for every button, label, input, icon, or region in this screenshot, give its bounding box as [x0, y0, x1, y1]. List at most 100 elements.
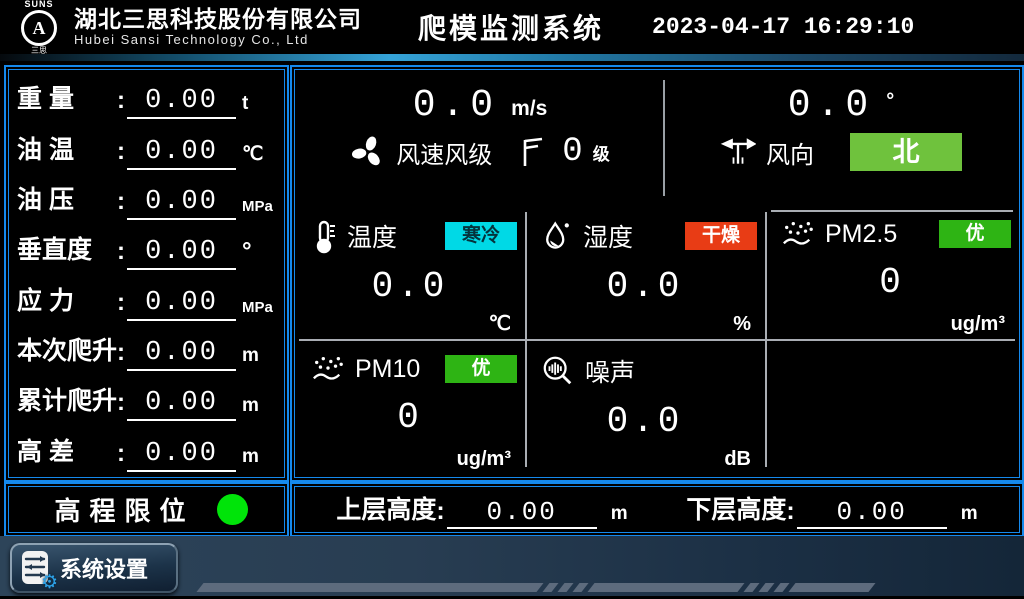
metric-row-verticality: 垂直度: 0.00 °: [17, 230, 276, 270]
metric-row-current-climb: 本次爬升: 0.00 m: [17, 331, 276, 371]
oil-pressure-value: 0.00: [127, 187, 236, 220]
company-name-cn: 湖北三思科技股份有限公司: [74, 7, 362, 32]
upper-height-value: 0.00: [447, 497, 597, 529]
fan-icon: [350, 134, 386, 170]
wind-row: 0.0 m/s: [297, 72, 1017, 204]
upper-height-group: 上层高度 : 0.00 m: [336, 490, 627, 529]
upper-height-label: 上层高度: [336, 490, 436, 529]
datetime-display: 2023-04-17 16:29:10: [652, 14, 914, 40]
temperature-label: 温度: [347, 218, 397, 254]
verticality-unit: °: [242, 240, 276, 270]
lower-height-label: 下层高度: [686, 490, 786, 529]
elevation-limit-label: 高程限位: [45, 491, 194, 528]
metrics-panel: 重 量: 0.00 t 油 温: 0.00 ℃ 油 压: 0.00 MPa 垂直…: [4, 65, 289, 482]
stress-unit: MPa: [242, 300, 276, 321]
wind-speed-label: 风速风级: [396, 135, 492, 170]
pm10-unit: ug/m³: [457, 448, 511, 471]
sensor-cell-humidity: 湿度 干燥 0.0 %: [527, 208, 763, 338]
metric-row-stress: 应 力: 0.00 MPa: [17, 281, 276, 321]
wind-direction-label: 风向: [766, 135, 814, 170]
height-diff-value: 0.00: [127, 439, 236, 472]
metric-row-total-climb: 累计爬升: 0.00 m: [17, 381, 276, 421]
oil-temp-value: 0.00: [127, 137, 236, 170]
footer-stripe: [200, 583, 872, 592]
pm25-unit: ug/m³: [951, 313, 1005, 336]
humidity-unit: %: [733, 313, 751, 336]
total-climb-value: 0.00: [127, 388, 236, 421]
company-logo: SUNS A 三思: [10, 0, 68, 55]
humidity-value: 0.0: [527, 266, 763, 307]
pm25-status-badge: 优: [939, 220, 1011, 248]
current-climb-unit: m: [242, 346, 276, 371]
settings-sliders-icon: ⚙: [20, 550, 52, 586]
sensor-cell-empty: [767, 343, 1017, 473]
noise-meter-icon: [541, 354, 575, 388]
humidity-label: 湿度: [583, 218, 633, 254]
pm10-label: PM10: [355, 355, 420, 384]
noise-label: 噪声: [585, 353, 635, 389]
pm25-label: PM2.5: [825, 220, 897, 249]
wind-direction-badge: 北: [850, 133, 962, 171]
oil-pressure-unit: MPa: [242, 199, 276, 220]
noise-unit: dB: [724, 448, 751, 471]
company-name-en: Hubei Sansi Technology Co., Ltd: [74, 33, 362, 47]
temperature-value: 0.0: [297, 266, 523, 307]
temperature-unit: ℃: [489, 311, 511, 336]
wind-level-flag-icon: [516, 135, 546, 169]
weight-value: 0.00: [127, 86, 236, 119]
metric-row-oil-temp: 油 温: 0.00 ℃: [17, 130, 276, 170]
lower-height-value: 0.00: [797, 497, 947, 529]
total-climb-unit: m: [242, 396, 276, 421]
particles-icon: [781, 218, 815, 250]
page-title: 爬模监测系统: [418, 7, 604, 47]
logo-top-text: SUNS: [24, 0, 53, 9]
header-bar: SUNS A 三思 湖北三思科技股份有限公司 Hubei Sansi Techn…: [0, 0, 1024, 54]
thermometer-icon: [311, 218, 337, 254]
stress-value: 0.00: [127, 288, 236, 321]
elevation-limit-panel: 高程限位: [4, 482, 289, 537]
logo-circle-icon: A: [21, 10, 57, 46]
pm25-value: 0: [767, 262, 1017, 303]
pm10-value: 0: [297, 397, 523, 438]
sensor-cell-noise: 噪声 0.0 dB: [527, 343, 763, 473]
gear-icon: ⚙: [41, 573, 58, 592]
sensor-cell-temperature: 温度 寒冷 0.0 ℃: [297, 208, 523, 338]
humidity-status-badge: 干燥: [685, 222, 757, 250]
app-window: SUNS A 三思 湖北三思科技股份有限公司 Hubei Sansi Techn…: [0, 0, 1024, 599]
metric-row-oil-pressure: 油 压: 0.00 MPa: [17, 180, 276, 220]
wind-level-value: 0: [562, 133, 582, 171]
height-diff-unit: m: [242, 447, 276, 472]
sensor-cell-pm25: PM2.5 优 0 ug/m³: [767, 208, 1017, 338]
noise-value: 0.0: [527, 401, 763, 442]
current-climb-value: 0.00: [127, 338, 236, 371]
elevation-limit-status-light: [217, 494, 248, 525]
wind-speed-unit: m/s: [511, 97, 547, 121]
wind-vane-icon: [720, 135, 756, 169]
particles-icon: [311, 353, 345, 385]
environment-panel: 0.0 m/s: [290, 65, 1024, 482]
lower-height-unit: m: [961, 503, 978, 529]
temperature-status-badge: 寒冷: [445, 222, 517, 250]
heights-panel: 上层高度 : 0.00 m 下层高度 : 0.00 m: [290, 482, 1024, 537]
metric-row-weight: 重 量: 0.00 t: [17, 79, 276, 119]
wind-speed-section: 0.0 m/s: [297, 72, 663, 204]
oil-temp-unit: ℃: [242, 145, 276, 170]
sensor-cell-pm10: PM10 优 0 ug/m³: [297, 343, 523, 473]
wind-direction-unit: °: [886, 90, 894, 113]
metric-row-height-diff: 高 差: 0.00 m: [17, 432, 276, 472]
system-settings-button[interactable]: ⚙ 系统设置: [10, 543, 178, 593]
wind-speed-value: 0.0: [413, 84, 499, 127]
droplet-icon: [541, 218, 573, 254]
wind-direction-value: 0.0: [788, 84, 874, 127]
lower-height-group: 下层高度 : 0.00 m: [686, 490, 977, 529]
system-settings-label: 系统设置: [60, 552, 148, 584]
upper-height-unit: m: [611, 503, 628, 529]
weight-unit: t: [242, 94, 276, 119]
wind-level-unit: 级: [593, 140, 610, 165]
sensor-grid: 温度 寒冷 0.0 ℃: [297, 204, 1017, 475]
footer-bar: ⚙ 系统设置: [0, 536, 1024, 596]
pm10-status-badge: 优: [445, 355, 517, 383]
company-name-block: 湖北三思科技股份有限公司 Hubei Sansi Technology Co.,…: [74, 7, 362, 47]
wind-direction-section: 0.0 °: [665, 72, 1017, 204]
header-divider: [0, 54, 1024, 61]
